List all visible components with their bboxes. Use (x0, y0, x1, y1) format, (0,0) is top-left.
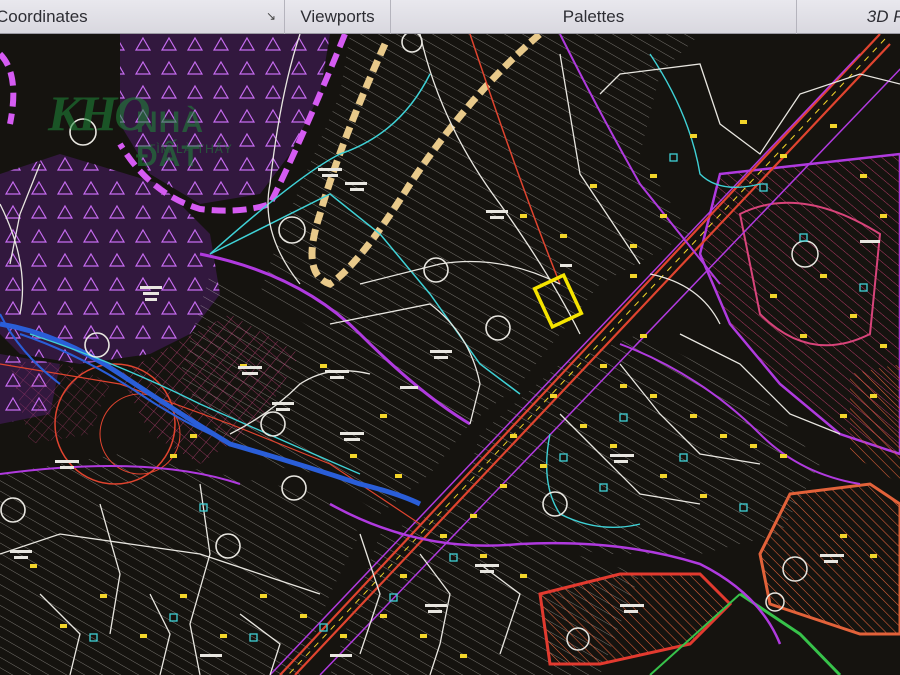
3d-palettes-panel-tab[interactable]: 3D Pa (797, 0, 900, 34)
3d-palettes-label: 3D Pa (866, 6, 900, 26)
coordinates-label: Coordinates (0, 6, 88, 26)
viewports-panel-tab[interactable]: Viewports (285, 0, 391, 34)
drawing-canvas[interactable]: KHO NHÀ ĐẤT TÌM LÀ THẤY (0, 34, 900, 675)
cad-map-drawing (0, 34, 900, 675)
palettes-label: Palettes (562, 6, 625, 26)
viewports-label: Viewports (300, 6, 375, 26)
palettes-panel-tab[interactable]: Palettes (391, 0, 797, 34)
panel-expand-arrow-icon[interactable]: ↘ (266, 9, 276, 23)
coordinates-panel-tab[interactable]: Coordinates ↘ (0, 0, 285, 34)
ribbon-bar: Coordinates ↘ Viewports Palettes 3D Pa (0, 0, 900, 34)
